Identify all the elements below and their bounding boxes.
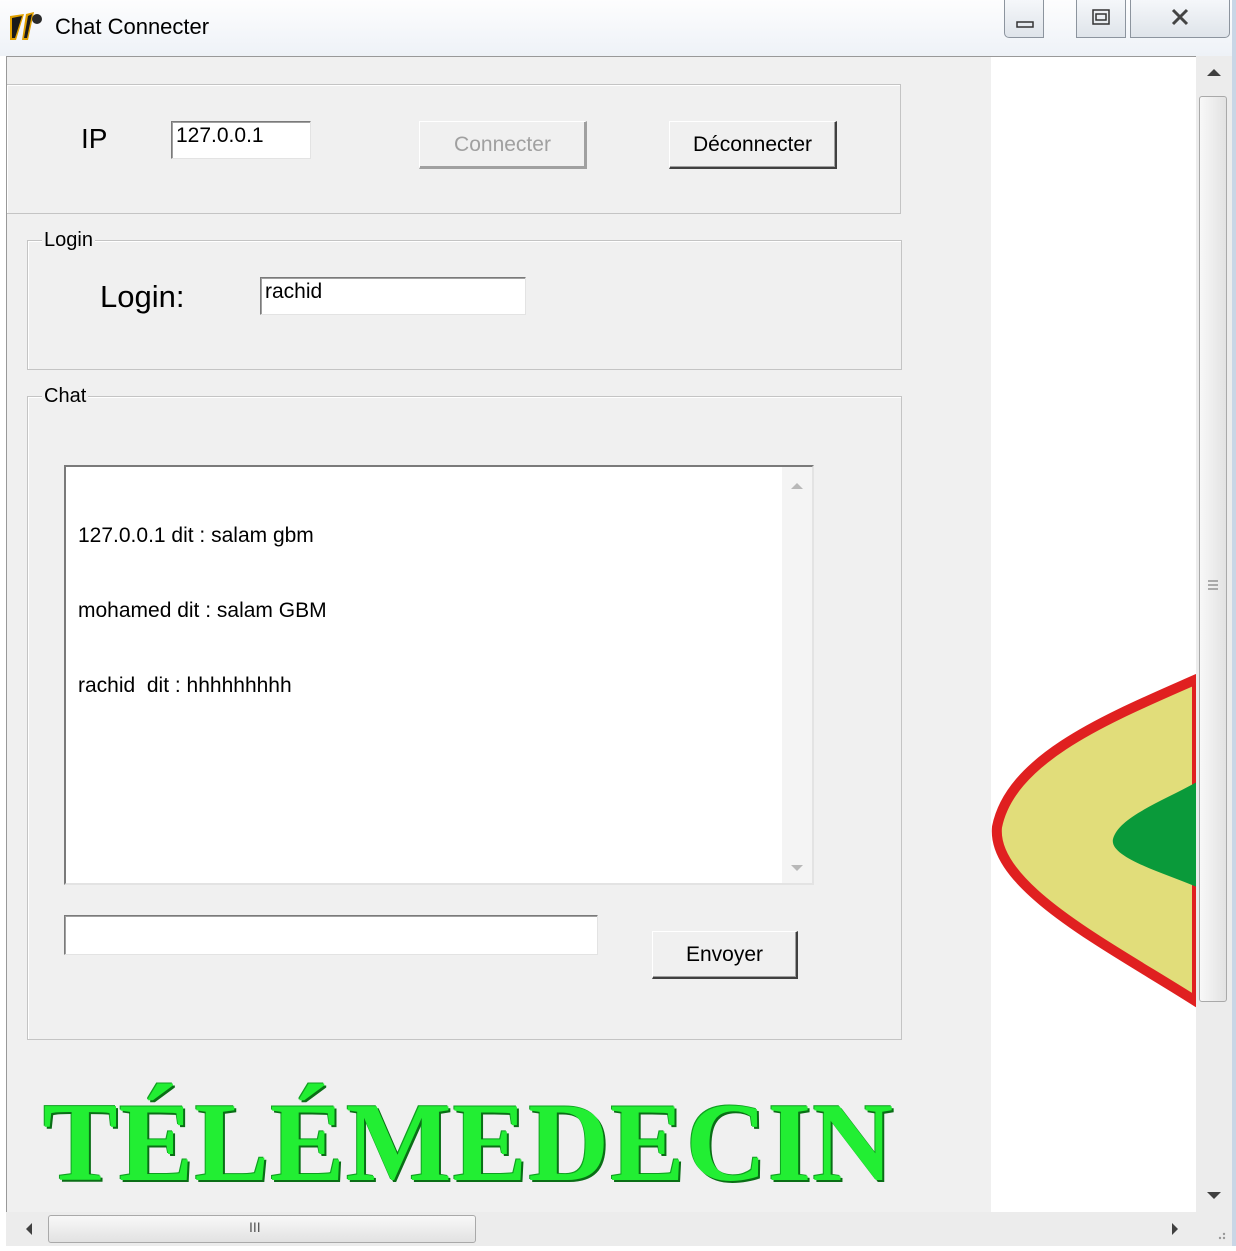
login-label: Login: [100, 279, 185, 314]
form-client-area: IP 127.0.0.1 Connecter Déconnecter Login… [6, 56, 1196, 1212]
vertical-scrollbar[interactable] [1196, 56, 1232, 1212]
chat-message: rachid dit : hhhhhhhhh [78, 674, 292, 697]
maximize-button[interactable] [1076, 0, 1126, 38]
maximize-icon [1092, 9, 1110, 25]
minimize-button[interactable] [1004, 0, 1044, 38]
size-grip[interactable] [1196, 1212, 1232, 1246]
scroll-down-arrow-icon [1207, 1192, 1221, 1199]
login-group-title: Login [42, 229, 95, 252]
delphi-helmet-icon [10, 12, 42, 40]
logo-image [991, 57, 1196, 1212]
scroll-up-arrow-icon [1207, 69, 1221, 76]
chat-history[interactable]: 127.0.0.1 dit : salam gbm mohamed dit : … [64, 465, 814, 885]
chat-scroll-arrows [791, 483, 803, 871]
horizontal-scrollbar[interactable]: III [6, 1212, 1196, 1246]
chat-group: Chat 127.0.0.1 dit : salam gbm mohamed d… [27, 385, 902, 1040]
send-button[interactable]: Envoyer [652, 931, 798, 979]
minimize-icon [1016, 21, 1034, 28]
login-input[interactable]: rachid [260, 277, 526, 315]
window-title: Chat Connecter [55, 14, 210, 39]
scroll-left-arrow-icon [26, 1223, 32, 1235]
chat-group-title: Chat [42, 385, 89, 408]
logo-graphic [991, 673, 1196, 1008]
ip-label: IP [81, 123, 108, 154]
chat-message: 127.0.0.1 dit : salam gbm [78, 524, 314, 547]
connection-panel: IP 127.0.0.1 Connecter Déconnecter [7, 84, 901, 214]
message-input[interactable] [64, 915, 598, 955]
connect-button[interactable]: Connecter [419, 121, 587, 169]
scroll-down-arrow-icon [791, 865, 803, 871]
thumb-grip-label: III [249, 1219, 261, 1235]
chat-message: mohamed dit : salam GBM [78, 599, 327, 622]
brand-title: TÉLÉMEDECIN [43, 1081, 895, 1205]
disconnect-button[interactable]: Déconnecter [669, 121, 837, 169]
horizontal-scroll-thumb[interactable]: III [48, 1215, 476, 1243]
title-bar: Chat Connecter [0, 0, 1236, 56]
login-group: Login Login: rachid [27, 229, 902, 370]
vertical-scroll-thumb[interactable] [1199, 96, 1227, 1002]
close-button[interactable] [1130, 0, 1230, 38]
window-border [1232, 0, 1236, 1246]
resize-grip-icon [1218, 1232, 1226, 1240]
scroll-right-arrow-icon [1172, 1223, 1178, 1235]
ip-input[interactable]: 127.0.0.1 [171, 121, 311, 159]
scroll-up-arrow-icon [791, 483, 803, 489]
thumb-grip-icon [1208, 580, 1218, 590]
close-icon [1171, 8, 1189, 26]
chat-scrollbar[interactable] [782, 467, 812, 883]
